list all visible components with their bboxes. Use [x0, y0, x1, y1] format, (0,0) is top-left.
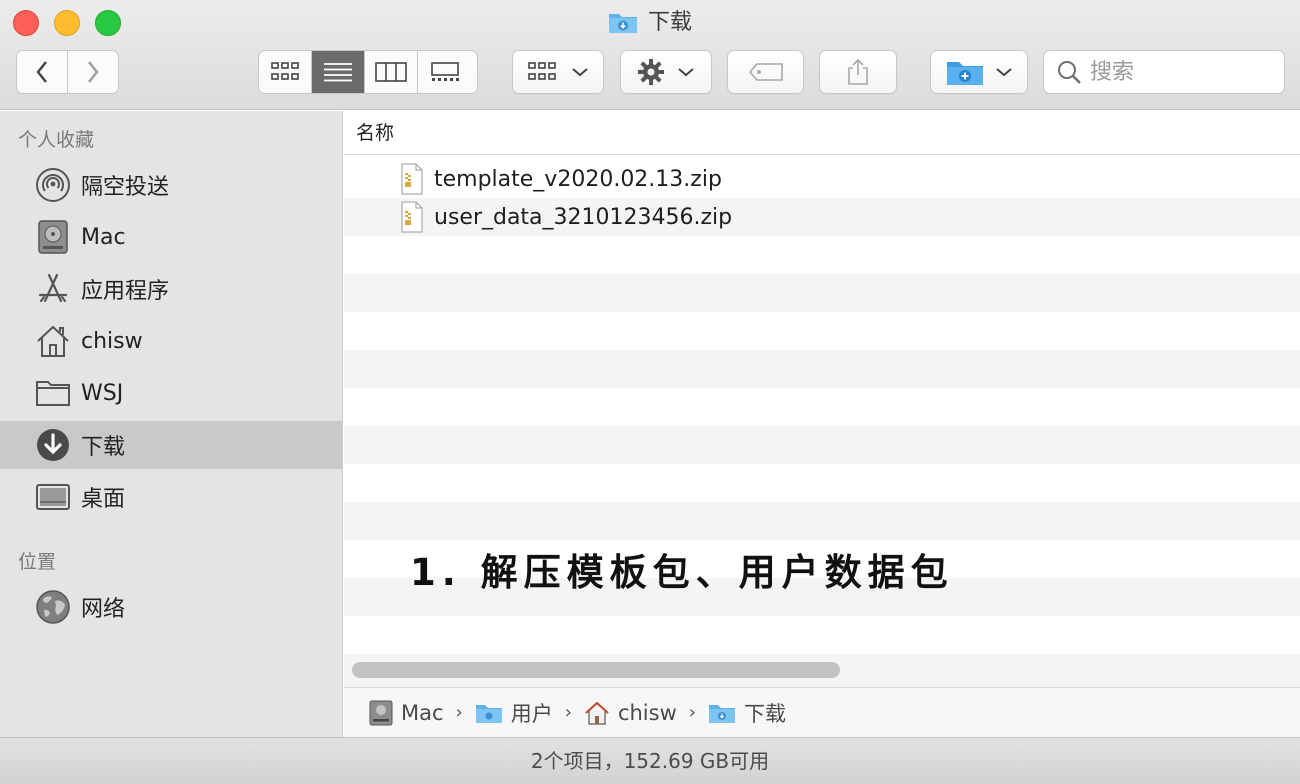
gallery-icon: [430, 62, 459, 81]
path-crumb-users[interactable]: 用户: [475, 698, 553, 728]
column-view-button[interactable]: [365, 51, 418, 93]
table-row[interactable]: template_v2020.02.13.zip: [344, 160, 1300, 198]
sidebar-item-label: 桌面: [81, 487, 126, 512]
crumb-label: 用户: [510, 701, 553, 726]
window-title-text: 下载: [647, 10, 692, 35]
desktop-icon: [35, 479, 71, 515]
sidebar-item-network[interactable]: 网络: [0, 583, 342, 631]
locations-header: 位置: [18, 551, 57, 573]
tag-icon: [748, 63, 783, 81]
horizontal-scrollbar[interactable]: [352, 662, 840, 678]
hard-drive-icon: [369, 700, 393, 726]
zip-file-icon: [400, 163, 424, 195]
list-lines-icon: [324, 63, 352, 82]
empty-row: [344, 616, 1300, 654]
search-input[interactable]: [1090, 59, 1280, 85]
forward-button[interactable]: [68, 51, 119, 93]
sidebar-item-label: 下载: [81, 435, 126, 460]
gallery-view-button[interactable]: [418, 51, 471, 93]
chevron-right-icon: ›: [455, 702, 463, 723]
path-bar: Mac › 用户 › chisw › 下载: [344, 687, 1300, 737]
sidebar-item-label: 网络: [81, 597, 126, 622]
sidebar-item-mac[interactable]: Mac: [0, 213, 342, 261]
chevron-left-icon: [36, 61, 47, 83]
empty-row: [344, 274, 1300, 312]
chevron-down-icon: [572, 68, 588, 77]
empty-row: [344, 502, 1300, 540]
action-menu-button[interactable]: [620, 50, 712, 94]
sidebar-item-airdrop[interactable]: 隔空投送: [0, 161, 342, 209]
file-name: user_data_3210123456.zip: [434, 204, 733, 230]
downloads-folder-icon: [708, 702, 736, 724]
columns-icon: [375, 62, 407, 82]
file-list: 名称 template_v2020.02.13.zip user_data_32…: [344, 111, 1300, 687]
nav-buttons: [16, 50, 119, 94]
path-crumb-downloads[interactable]: 下载: [708, 698, 786, 728]
chevron-right-icon: [87, 61, 99, 83]
downloads-folder-icon: [608, 10, 638, 43]
window-title: 下载: [0, 8, 1300, 43]
sidebar-item-label: chisw: [81, 328, 143, 354]
status-bar: 2个项目，152.69 GB可用: [0, 737, 1300, 784]
path-crumb-mac[interactable]: Mac: [369, 700, 444, 726]
search-icon: [1058, 61, 1081, 84]
chevron-right-icon: ›: [688, 702, 696, 723]
share-icon: [848, 58, 868, 85]
file-name: template_v2020.02.13.zip: [434, 166, 722, 192]
sidebar-item-label: 隔空投送: [81, 175, 170, 200]
sidebar: 个人收藏 隔空投送 Mac 应用程序 chisw WSJ 下载 桌面 位置 网络: [0, 111, 343, 737]
chevron-right-icon: ›: [564, 702, 572, 723]
folder-icon: [35, 375, 71, 411]
sidebar-item-downloads[interactable]: 下载: [0, 421, 342, 469]
column-header-name[interactable]: 名称: [344, 111, 1300, 155]
airdrop-icon: [35, 167, 71, 203]
home-icon: [35, 323, 71, 359]
group-by-button[interactable]: [512, 50, 604, 94]
sidebar-item-label: Mac: [81, 224, 126, 250]
gear-icon: [638, 59, 664, 85]
hard-drive-icon: [35, 219, 71, 255]
network-globe-icon: [35, 589, 71, 625]
zip-file-icon: [400, 201, 424, 233]
sidebar-item-wsj[interactable]: WSJ: [0, 369, 342, 417]
table-row[interactable]: user_data_3210123456.zip: [344, 198, 1300, 236]
favorites-header: 个人收藏: [18, 129, 95, 151]
search-field[interactable]: [1043, 50, 1285, 94]
instruction-caption: 1. 解压模板包、用户数据包: [410, 551, 954, 594]
icon-grid-icon: [271, 62, 299, 80]
file-rows: template_v2020.02.13.zip user_data_32101…: [344, 160, 1300, 687]
path-crumb-home[interactable]: chisw: [584, 701, 677, 725]
empty-row: [344, 350, 1300, 388]
sidebar-item-label: 应用程序: [81, 279, 170, 304]
applications-icon: [35, 271, 71, 307]
tags-button[interactable]: [727, 50, 804, 94]
sidebar-item-desktop[interactable]: 桌面: [0, 473, 342, 521]
chevron-down-icon: [996, 68, 1012, 77]
toolbar: 下载: [0, 0, 1300, 110]
sidebar-item-home[interactable]: chisw: [0, 317, 342, 365]
new-folder-button[interactable]: [930, 50, 1028, 94]
empty-row: [344, 388, 1300, 426]
empty-row: [344, 464, 1300, 502]
sidebar-item-applications[interactable]: 应用程序: [0, 265, 342, 313]
sidebar-item-label: WSJ: [81, 380, 124, 406]
list-view-button[interactable]: [312, 51, 365, 93]
share-button[interactable]: [819, 50, 897, 94]
empty-row: [344, 426, 1300, 464]
home-icon: [584, 701, 610, 725]
view-mode-segment: [258, 50, 478, 94]
crumb-label: 下载: [743, 701, 786, 726]
downloads-icon: [35, 427, 71, 463]
icon-view-button[interactable]: [259, 51, 312, 93]
crumb-label: chisw: [617, 700, 677, 725]
crumb-label: Mac: [401, 700, 444, 725]
folder-plus-icon: [947, 62, 983, 85]
folder-icon: [475, 702, 503, 724]
chevron-down-icon: [678, 68, 694, 77]
empty-row: [344, 236, 1300, 274]
icon-grid-icon: [528, 62, 556, 80]
back-button[interactable]: [17, 51, 68, 93]
empty-row: [344, 312, 1300, 350]
